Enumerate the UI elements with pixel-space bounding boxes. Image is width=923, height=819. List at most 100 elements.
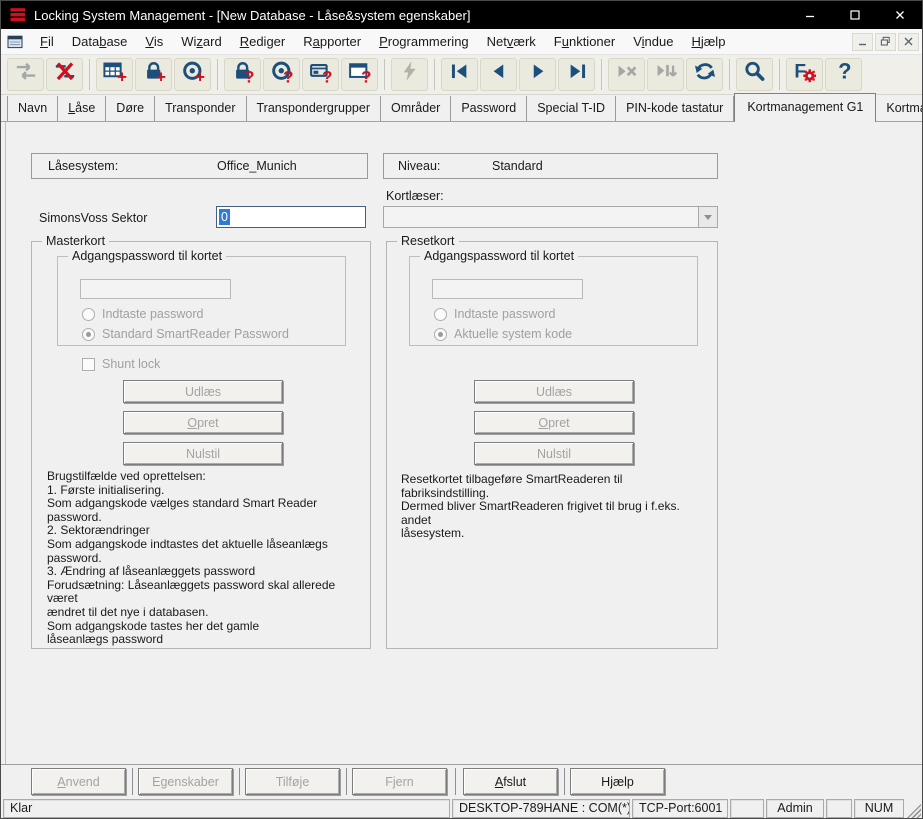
mastercard-password-input[interactable] — [80, 279, 231, 299]
close-icon — [893, 8, 907, 22]
svg-text:?: ? — [244, 68, 254, 84]
mastercard-nulstil-button[interactable]: Nulstil — [123, 442, 283, 465]
tab-transpondergrupper[interactable]: Transpondergrupper — [247, 96, 382, 121]
tab-strip: NavnLåseDøreTransponderTranspondergruppe… — [1, 95, 922, 122]
footer-separator — [132, 768, 133, 795]
shunt-lock-checkbox[interactable] — [82, 358, 95, 371]
mastercard-udl-s-button[interactable]: Udlæs — [123, 380, 283, 403]
resetcard-opret-button[interactable]: Opret — [474, 411, 634, 434]
tab-kortmanagement-g2[interactable]: Kortmanagement G2 — [876, 96, 923, 121]
mdi-restore-button[interactable] — [875, 33, 896, 51]
first-record-button[interactable] — [441, 58, 478, 91]
card-reader-label: Kortlæser: — [386, 189, 444, 203]
mastercard-opret-button[interactable]: Opret — [123, 411, 283, 434]
resetcard-password-radio-0[interactable] — [434, 308, 447, 321]
menu-programmering[interactable]: Programmering — [370, 30, 478, 53]
toolbar-separator — [384, 59, 385, 90]
help-button[interactable]: ? — [825, 58, 862, 91]
svg-text:F: F — [794, 62, 806, 83]
close-button[interactable] — [877, 1, 922, 29]
menu-vis[interactable]: Vis — [136, 30, 172, 53]
tab-special-t-id[interactable]: Special T-ID — [527, 96, 616, 121]
tab-omr-der[interactable]: Områder — [381, 96, 451, 121]
mastercard-password-radio-label: Indtaste password — [102, 307, 203, 321]
card-question-icon: ? — [309, 60, 333, 89]
resetcard-nulstil-button[interactable]: Nulstil — [474, 442, 634, 465]
menu-netv-rk[interactable]: Netværk — [478, 30, 545, 53]
fjern-button[interactable]: Fjern — [352, 768, 447, 795]
afslut-button[interactable]: Afslut — [463, 768, 558, 795]
mdi-minimize-button[interactable] — [852, 33, 873, 51]
card-reader-select[interactable] — [383, 206, 718, 228]
menu-rediger[interactable]: Rediger — [231, 30, 295, 53]
transponder-question-icon: ? — [270, 60, 294, 89]
program-button[interactable] — [391, 58, 428, 91]
tab-transponder[interactable]: Transponder — [155, 96, 246, 121]
hj-lp-button[interactable]: Hjælp — [570, 768, 665, 795]
new-locking-system-button[interactable]: + — [96, 58, 133, 91]
read-smartcard-button[interactable]: ? — [302, 58, 339, 91]
resetcard-password-radio-label: Indtaste password — [454, 307, 555, 321]
new-lock-button[interactable]: + — [135, 58, 172, 91]
read-transponder-button[interactable]: ? — [263, 58, 300, 91]
mdi-close-button[interactable] — [898, 33, 919, 51]
menu-rapporter[interactable]: Rapporter — [294, 30, 370, 53]
tilf-je-button[interactable]: Tilføje — [245, 768, 340, 795]
refresh-button[interactable] — [686, 58, 723, 91]
menu-wizard[interactable]: Wizard — [172, 30, 230, 53]
read-lock-button[interactable]: ? — [224, 58, 261, 91]
toolbar-separator — [779, 59, 780, 90]
menu-fil[interactable]: Fil — [31, 30, 63, 53]
nav-next-icon — [526, 60, 550, 89]
resetcard-password-radio-1[interactable] — [434, 328, 447, 341]
menu-hj-lp[interactable]: Hjælp — [682, 30, 734, 53]
tab-navn[interactable]: Navn — [7, 96, 58, 121]
last-record-button[interactable] — [558, 58, 595, 91]
tab-kortmanagement-g1[interactable]: Kortmanagement G1 — [734, 93, 876, 122]
transponder-plus-icon: + — [181, 60, 205, 89]
search-button[interactable] — [736, 58, 773, 91]
egenskaber-button[interactable]: Egenskaber — [138, 768, 233, 795]
nav-last-icon — [565, 60, 589, 89]
locking-system-field: Låsesystem: Office_Munich — [31, 153, 368, 179]
title-bar: Locking System Management - [New Databas… — [1, 1, 922, 29]
next-record-button[interactable] — [519, 58, 556, 91]
commit-record-button[interactable] — [647, 58, 684, 91]
question-icon: ? — [832, 60, 856, 89]
filter-settings-button[interactable]: F — [786, 58, 823, 91]
status-bar: Klar DESKTOP-789HANE : COM(*)TCP-Port:60… — [1, 797, 922, 819]
maximize-icon — [848, 8, 862, 22]
mastercard-password-radio-0[interactable] — [82, 308, 95, 321]
tab-l-se[interactable]: Låse — [58, 96, 106, 121]
resize-grip[interactable] — [906, 799, 921, 818]
lock-plus-icon: + — [142, 60, 166, 89]
menu-vindue[interactable]: Vindue — [624, 30, 682, 53]
nav-prev-icon — [487, 60, 511, 89]
prev-record-button[interactable] — [480, 58, 517, 91]
new-transponder-button[interactable]: + — [174, 58, 211, 91]
toolbar-separator — [601, 59, 602, 90]
resetcard-udl-s-button[interactable]: Udlæs — [474, 380, 634, 403]
menu-funktioner[interactable]: Funktioner — [545, 30, 624, 53]
shunt-lock-row: Shunt lock — [82, 354, 160, 374]
tab-pin-kode-tastatur[interactable]: PIN-kode tastatur — [616, 96, 734, 121]
connect-button[interactable] — [7, 58, 44, 91]
footer-separator — [564, 768, 565, 795]
tab-d-re[interactable]: Døre — [106, 96, 155, 121]
anvend-button[interactable]: Anvend — [31, 768, 126, 795]
disconnect-button[interactable] — [46, 58, 83, 91]
toolbar: + + +???? F? — [1, 55, 922, 95]
read-window-button[interactable]: ? — [341, 58, 378, 91]
menu-database[interactable]: Database — [63, 30, 137, 53]
resetcard-group-title: Resetkort — [397, 234, 459, 248]
status-ready: Klar — [3, 799, 450, 818]
sector-input[interactable]: 0 — [216, 206, 366, 228]
resetcard-password-option: Indtaste password — [434, 304, 572, 324]
tab-password[interactable]: Password — [451, 96, 527, 121]
mastercard-password-radio-1[interactable] — [82, 328, 95, 341]
resetcard-password-input[interactable] — [432, 279, 583, 299]
maximize-button[interactable] — [832, 1, 877, 29]
cancel-record-button[interactable] — [608, 58, 645, 91]
minimize-button[interactable] — [787, 1, 832, 29]
nav-cross-icon — [615, 60, 639, 89]
